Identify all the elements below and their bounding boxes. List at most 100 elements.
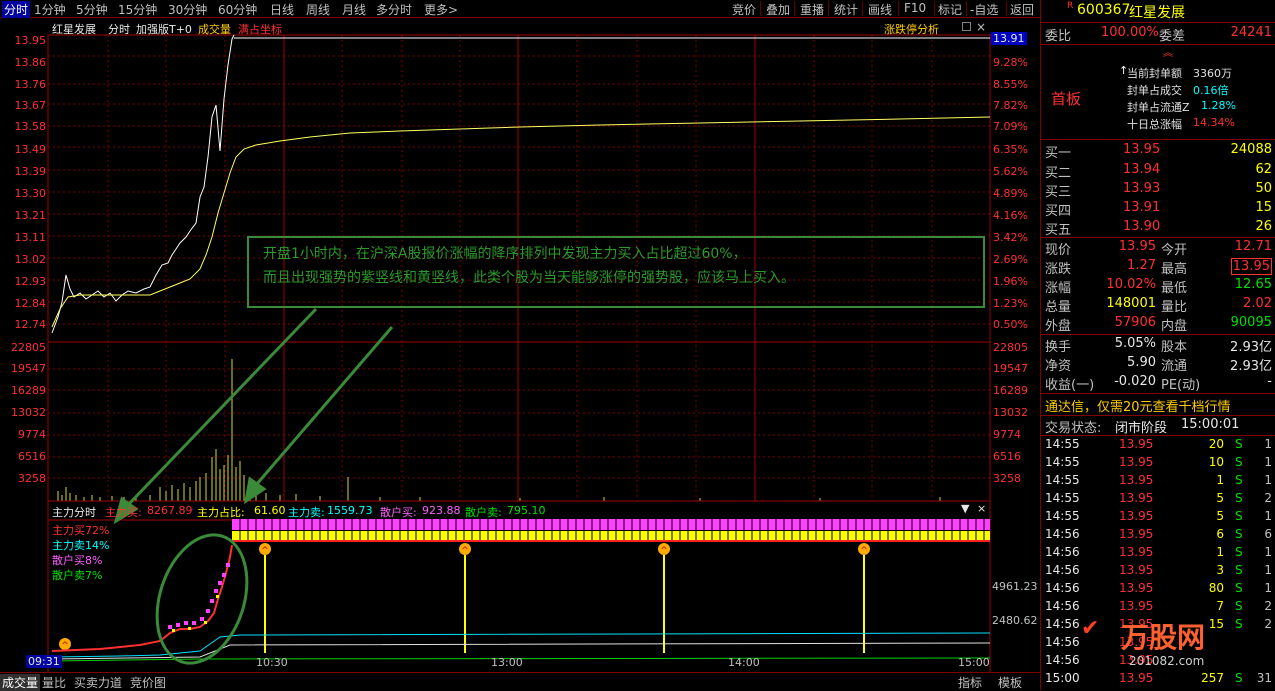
annotation-line-1: 开盘1小时内，在沪深A股报价涨幅的降序排列中发现主力买入占比超过60%， [263,246,747,262]
indicator-button[interactable]: 指标 [958,674,982,691]
tab-daily[interactable]: 日线 [270,1,294,18]
collapse-arrow-icon[interactable]: ▼ [961,502,969,515]
tick-volume: 80 [1208,581,1224,595]
bid-row[interactable]: 买一 13.95 24088 [1041,142,1275,161]
main-force-buy-label: 主力买: [105,506,142,519]
volume-tick: 22805 [993,341,1028,354]
price-tick: 13.30 [14,187,47,200]
tick-row: 14:55 13.95 20 S 1 [1041,437,1275,455]
tab-volume-ratio[interactable]: 量比 [42,674,66,691]
pct-tick: 0.50% [993,318,1028,331]
stat-row: 换手 5.05% 股本 2.93亿 [1041,336,1275,355]
draw-line-button[interactable]: 画线 [868,1,892,18]
promo-link[interactable]: 通达信，仅需20元查看千档行情 [1045,396,1231,415]
stat-value: 12.71 [1234,239,1272,254]
bid-volume: 24088 [1230,142,1272,157]
statistics-button[interactable]: 统计 [834,1,858,18]
stat-value: 10.02% [1106,277,1156,292]
annotation-line-2: 而且出现强势的紫竖线和黄竖线，此类个股为当天能够涨停的强势股，应该马上买入。 [263,270,795,286]
bid-volume: 62 [1255,162,1272,177]
bid-row[interactable]: 买二 13.94 62 [1041,162,1275,181]
tab-multi-intraday[interactable]: 多分时 [376,1,412,18]
time-cursor-label: 09:31 [26,655,62,668]
time-tick: 10:30 [256,656,288,669]
back-button[interactable]: 返回 [1010,1,1034,18]
tab-volume[interactable]: 成交量 [0,674,41,691]
replay-button[interactable]: 重播 [800,1,824,18]
tick-row: 14:55 13.95 5 S 1 [1041,509,1275,527]
seal-amount-label: 当前封单额 [1127,67,1182,80]
yellow-signal-lines [264,555,865,653]
volume-tick: 19547 [11,362,46,375]
tick-row: 14:56 13.95 6 S 6 [1041,527,1275,545]
tick-time: 14:55 [1045,437,1080,451]
tick-direction: S [1235,581,1243,595]
tab-weekly[interactable]: 周线 [306,1,330,18]
tab-5min[interactable]: 5分钟 [76,1,108,18]
tick-volume: 1 [1216,545,1224,559]
webi-label: 委比 [1045,29,1072,44]
close-icon[interactable]: × [977,502,986,515]
stat-label: 现价 [1045,243,1072,258]
main-force-buy-value: 8267.89 [147,504,193,517]
price-tick: 13.67 [14,99,47,112]
seal-float-label: 封单占流通Z [1127,101,1190,114]
add-watchlist-button[interactable]: -自选 [970,1,998,18]
tick-price: 13.95 [1119,491,1154,505]
price-tick: 13.58 [14,120,47,133]
tick-count: 1 [1264,581,1272,595]
bid-price: 13.91 [1123,200,1161,215]
tab-intraday[interactable]: 分时 [2,1,31,18]
tab-more[interactable]: 更多> [424,1,458,18]
pct-tick: 4.89% [993,187,1028,200]
overlay-button[interactable]: 叠加 [766,1,790,18]
main-force-ratio-value: 61.60 [254,504,286,517]
tab-15min[interactable]: 15分钟 [118,1,157,18]
tick-direction: S [1235,527,1243,541]
bid-price: 13.90 [1123,219,1161,234]
stat-row: 涨跌 1.27 最高 13.95 [1041,258,1275,277]
tick-row: 14:56 13.95 80 S 1 [1041,581,1275,599]
stat-label: 今开 [1161,243,1188,258]
tick-count: 2 [1264,491,1272,505]
stat-row: 总量 148001 量比 2.02 [1041,296,1275,315]
mark-button[interactable]: 标记 [938,1,962,18]
time-tick: 15:00 [958,656,990,669]
tab-monthly[interactable]: 月线 [342,1,366,18]
template-button[interactable]: 模板 [998,674,1022,691]
pct-tick: 6.35% [993,143,1028,156]
bid-label: 买二 [1045,166,1072,181]
tick-direction: S [1235,437,1243,451]
tab-1min[interactable]: 1分钟 [34,1,66,18]
retail-sell-label: 散户卖: [465,506,502,519]
bid-row[interactable]: 买五 13.90 26 [1041,219,1275,238]
volume-tick: 6516 [993,450,1021,463]
tick-time: 14:56 [1045,563,1080,577]
stat-label: 最低 [1161,281,1188,296]
bid-price: 13.95 [1123,142,1161,157]
promo-row[interactable]: 通达信，仅需20元查看千档行情 [1041,396,1275,415]
watermark-logo: ✔ 万股网 201082.com [1071,610,1275,680]
trade-status-value: 闭市阶段 [1115,421,1168,436]
price-tick: 13.95 [14,34,47,47]
svg-text:^: ^ [461,546,469,556]
tick-count: 1 [1264,455,1272,469]
tick-volume: 3 [1216,563,1224,577]
tab-60min[interactable]: 60分钟 [218,1,257,18]
bid-row[interactable]: 买四 13.91 15 [1041,200,1275,219]
bid-row[interactable]: 买三 13.93 50 [1041,181,1275,200]
stat-value: - [1267,374,1272,389]
bid-label: 买四 [1045,204,1072,219]
expand-arrow-icon[interactable]: ︽ [1163,44,1173,59]
annotation-box: 开盘1小时内，在沪深A股报价涨幅的降序排列中发现主力买入占比超过60%， 而且出… [247,236,985,308]
auction-button[interactable]: 竞价 [732,1,756,18]
trade-status-label: 交易状态: [1045,421,1102,436]
bid-volume: 26 [1255,219,1272,234]
main-force-title[interactable]: 主力分时 [52,504,96,520]
tab-auction-chart[interactable]: 竞价图 [130,674,166,691]
tab-buy-sell-force[interactable]: 买卖力道 [74,674,122,691]
tab-30min[interactable]: 30分钟 [168,1,207,18]
f10-button[interactable]: F10 [904,1,926,15]
volume-tick: 13032 [11,406,46,419]
tenday-value: 14.34% [1193,116,1235,129]
